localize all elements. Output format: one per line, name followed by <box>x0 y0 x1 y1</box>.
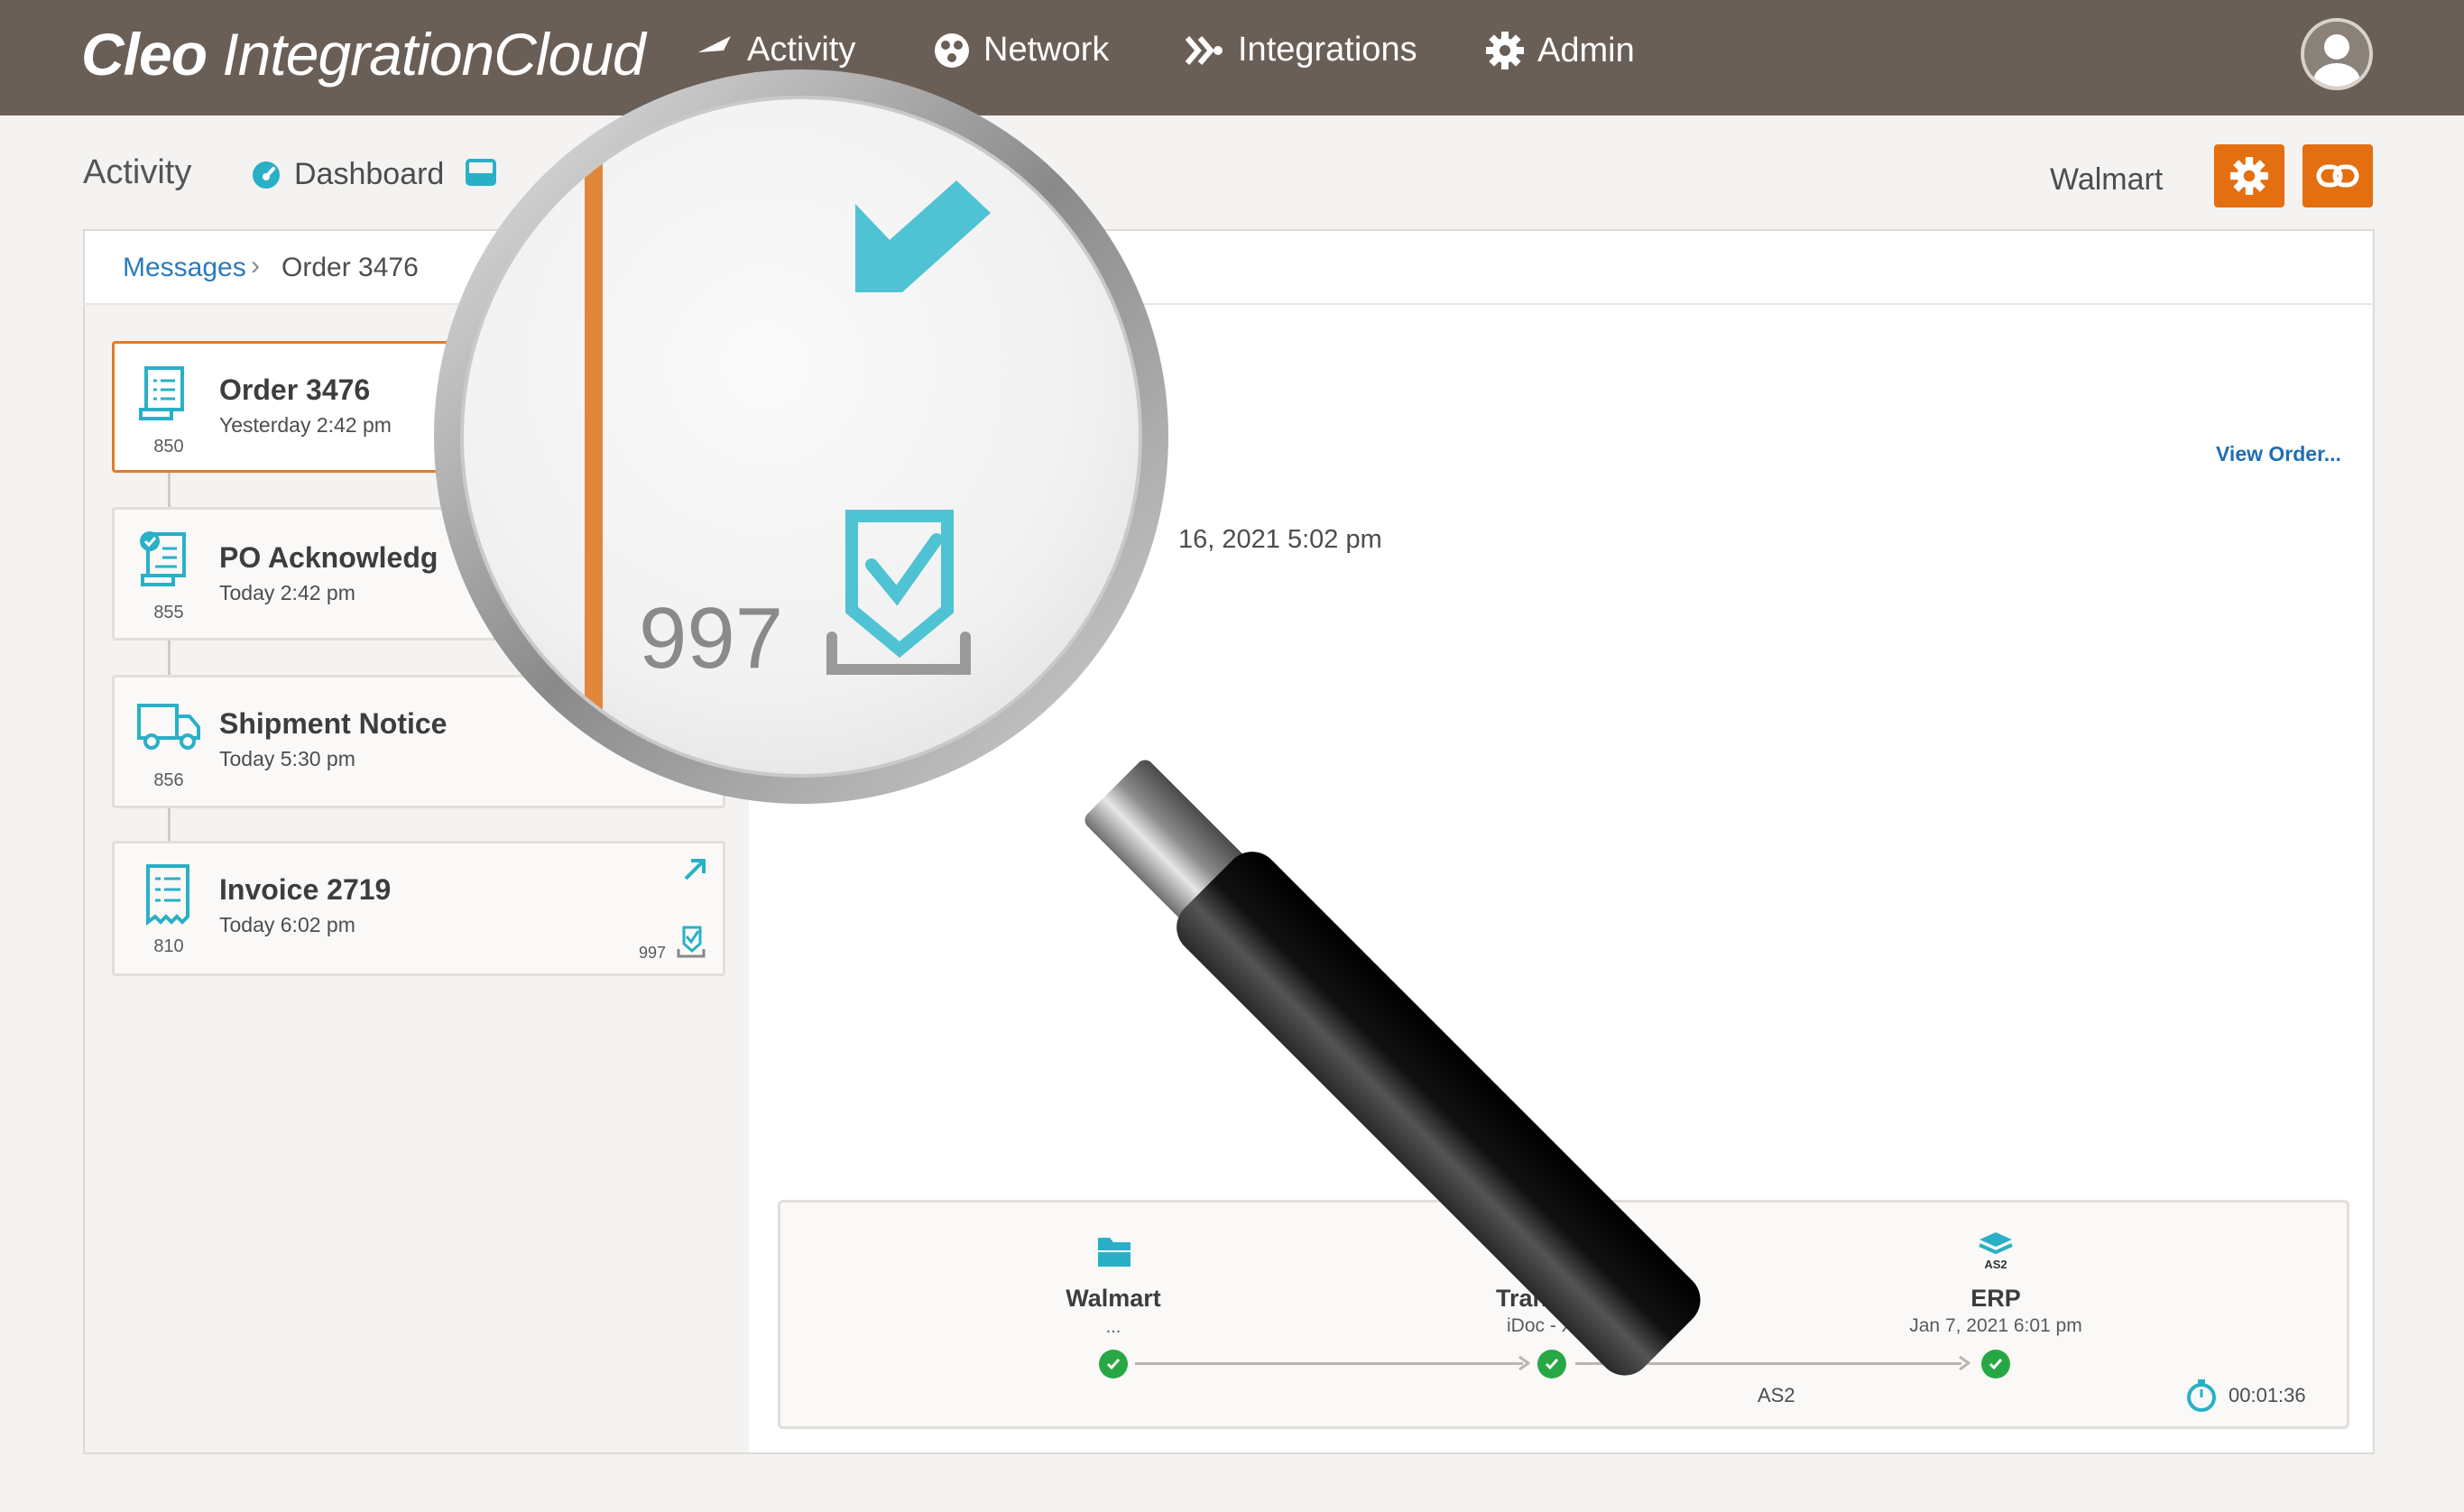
magnified-code: 997 <box>639 590 783 687</box>
magnifier-overlay: 997 <box>434 69 1701 1376</box>
magnifier-handle <box>1177 852 1701 1376</box>
